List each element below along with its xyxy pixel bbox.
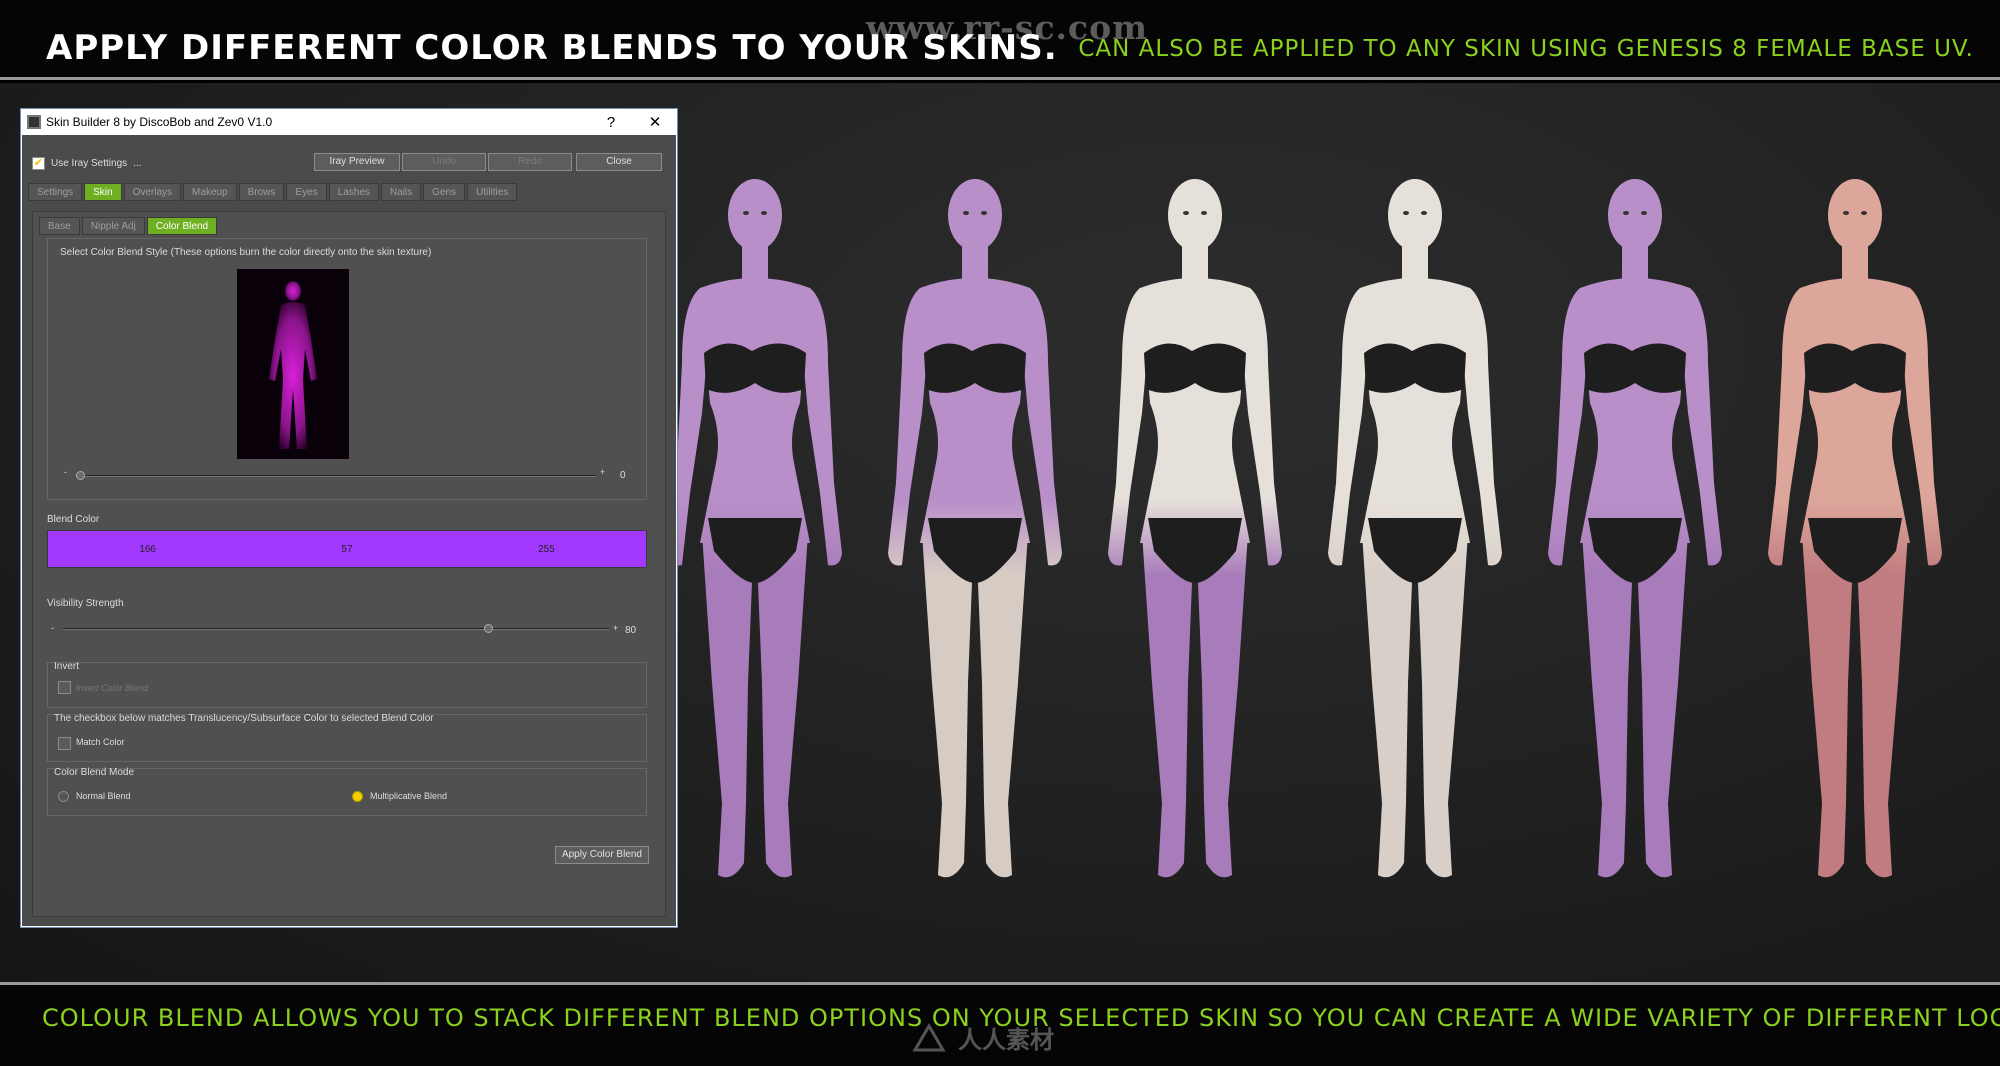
- window-close-icon[interactable]: ✕: [633, 113, 677, 131]
- undo-button[interactable]: Undo: [402, 153, 486, 171]
- match-color-label: Match Color: [76, 737, 125, 747]
- watermark-logo: 人人素材: [912, 1020, 1054, 1055]
- blend-style-label: Select Color Blend Style (These options …: [60, 247, 432, 258]
- subheadline: CAN ALSO BE APPLIED TO ANY SKIN USING GE…: [1078, 36, 1974, 62]
- dialog-client: ✔ Use Iray Settings ... Iray Preview Und…: [22, 135, 676, 926]
- blend-mode-group: Color Blend Mode Normal Blend Multiplica…: [47, 767, 647, 816]
- normal-blend-radio[interactable]: [58, 791, 69, 802]
- figure-6: [1760, 163, 1950, 913]
- main-tabs: Settings Skin Overlays Makeup Brows Eyes…: [28, 183, 518, 201]
- tab-skin[interactable]: Skin: [84, 183, 122, 201]
- figure-2: [880, 163, 1070, 913]
- iray-settings-checkbox[interactable]: ✔: [32, 157, 45, 170]
- dialog-title: Skin Builder 8 by DiscoBob and Zev0 V1.0: [46, 115, 273, 129]
- visibility-minus[interactable]: -: [51, 623, 54, 633]
- blend-style-plus[interactable]: +: [600, 467, 605, 477]
- figure-3: [1100, 163, 1290, 913]
- visibility-slider-knob[interactable]: [483, 624, 493, 633]
- visibility-plus[interactable]: +: [613, 623, 618, 633]
- match-color-note: The checkbox below matches Translucency/…: [54, 713, 434, 724]
- tab-brows[interactable]: Brows: [238, 183, 285, 201]
- blend-style-minus[interactable]: -: [64, 467, 67, 477]
- blend-mode-label: Color Blend Mode: [54, 767, 135, 778]
- iray-settings-row[interactable]: ✔ Use Iray Settings ...: [32, 157, 142, 170]
- blend-color-blue: 255: [537, 543, 555, 555]
- visibility-label: Visibility Strength: [47, 598, 124, 609]
- skin-builder-dialog: Skin Builder 8 by DiscoBob and Zev0 V1.0…: [20, 108, 678, 928]
- dialog-titlebar[interactable]: Skin Builder 8 by DiscoBob and Zev0 V1.0…: [21, 109, 677, 135]
- tab-nails[interactable]: Nails: [380, 183, 422, 201]
- blend-color-label: Blend Color: [47, 514, 100, 525]
- close-button[interactable]: Close: [576, 153, 662, 171]
- visibility-value: 80: [625, 625, 637, 636]
- figure-silhouette-icon: [269, 281, 317, 449]
- blend-style-slider-knob[interactable]: [76, 471, 85, 480]
- tab-settings[interactable]: Settings: [28, 183, 83, 201]
- match-color-checkbox[interactable]: [58, 737, 71, 750]
- bottom-banner: COLOUR BLEND ALLOWS YOU TO STACK DIFFERE…: [0, 982, 2000, 1066]
- invert-color-blend-label: Invert Color Blend: [76, 683, 149, 693]
- iray-preview-button[interactable]: Iray Preview: [314, 153, 400, 171]
- skin-panel: Base Nipple Adj Color Blend Select Color…: [32, 211, 666, 917]
- multiplicative-blend-label: Multiplicative Blend: [370, 791, 448, 801]
- invert-group-label: Invert: [54, 661, 80, 672]
- tab-makeup[interactable]: Makeup: [183, 183, 237, 201]
- blend-style-slider[interactable]: [76, 475, 596, 477]
- blend-style-group: Select Color Blend Style (These options …: [47, 238, 647, 500]
- tab-gens[interactable]: Gens: [423, 183, 466, 201]
- tab-eyes[interactable]: Eyes: [286, 183, 327, 201]
- subtab-nipple-adj[interactable]: Nipple Adj: [81, 217, 145, 235]
- blend-style-value: 0: [620, 470, 626, 481]
- help-button[interactable]: ?: [589, 114, 633, 131]
- invert-color-blend-checkbox[interactable]: [58, 681, 71, 694]
- app-icon: [27, 115, 41, 129]
- figure-5: [1540, 163, 1730, 913]
- tab-utilities[interactable]: Utilities: [467, 183, 518, 201]
- top-divider: [0, 77, 2000, 80]
- invert-group: Invert Invert Color Blend: [47, 661, 647, 708]
- tab-lashes[interactable]: Lashes: [328, 183, 379, 201]
- match-color-group: The checkbox below matches Translucency/…: [47, 713, 647, 762]
- iray-settings-more[interactable]: ...: [133, 158, 141, 169]
- blend-color-red: 166: [139, 543, 156, 555]
- visibility-slider[interactable]: [63, 628, 609, 630]
- logo-text: 人人素材: [958, 1027, 1054, 1054]
- iray-settings-label: Use Iray Settings: [51, 158, 128, 169]
- blend-color-swatch[interactable]: 166 57 255: [47, 530, 647, 568]
- multiplicative-blend-radio[interactable]: [352, 791, 363, 802]
- figure-4: [1320, 163, 1510, 913]
- blend-color-green: 57: [341, 543, 353, 555]
- subtab-color-blend[interactable]: Color Blend: [146, 217, 218, 235]
- subtab-base[interactable]: Base: [39, 217, 80, 235]
- tab-overlays[interactable]: Overlays: [123, 183, 182, 201]
- apply-color-blend-button[interactable]: Apply Color Blend: [554, 846, 649, 864]
- redo-button[interactable]: Redo: [488, 153, 572, 171]
- blend-style-thumbnail[interactable]: [237, 269, 349, 459]
- figure-1: [660, 163, 850, 913]
- logo-icon: [912, 1022, 946, 1051]
- top-banner: APPLY DIFFERENT COLOR BLENDS TO YOUR SKI…: [0, 0, 2000, 80]
- sub-tabs: Base Nipple Adj Color Blend: [39, 217, 218, 235]
- normal-blend-label: Normal Blend: [76, 791, 131, 801]
- bottom-divider: [0, 982, 2000, 985]
